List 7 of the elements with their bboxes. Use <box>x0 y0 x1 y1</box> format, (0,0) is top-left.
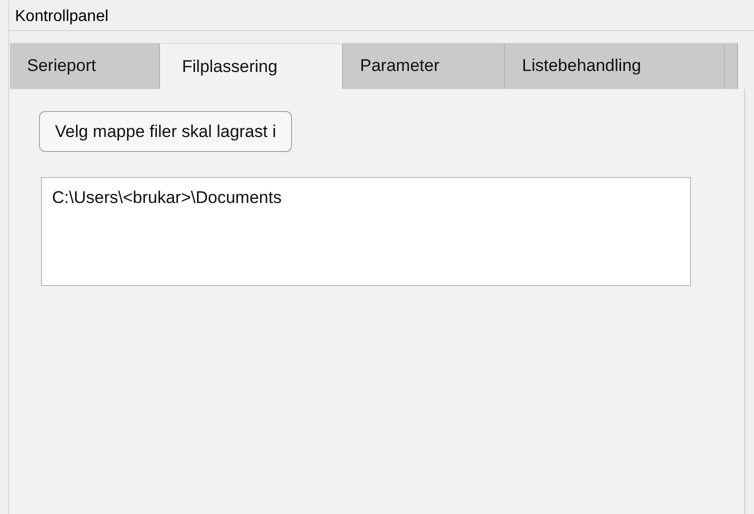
tab[interactable]: Listebehandling <box>505 43 725 89</box>
choose-folder-button[interactable]: Velg mappe filer skal lagrast i <box>39 111 292 152</box>
tab[interactable]: Parameter <box>343 43 505 89</box>
tab[interactable]: Serieport <box>10 43 160 89</box>
path-field[interactable]: C:\Users\<brukar>\Documents <box>41 177 691 286</box>
panel-title: Kontrollpanel <box>9 0 754 31</box>
tab[interactable]: Filplassering <box>160 43 343 89</box>
